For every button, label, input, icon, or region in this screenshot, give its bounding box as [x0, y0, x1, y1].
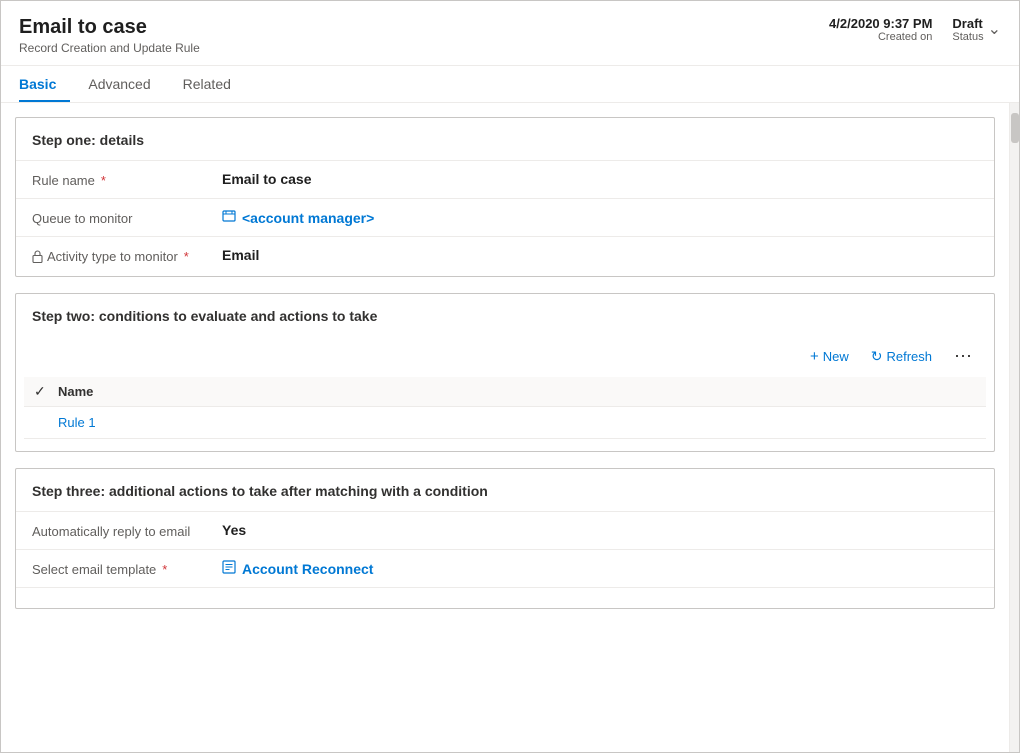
activity-type-row: Activity type to monitor * Email — [16, 236, 994, 276]
email-template-row: Select email template * Accoun — [16, 549, 994, 587]
new-button-label: New — [823, 349, 849, 364]
rule-table-header: ✓ Name — [24, 377, 986, 407]
header-right: 4/2/2020 9:37 PM Created on Draft Status… — [829, 15, 1001, 43]
table-row: Rule 1 — [24, 407, 986, 439]
page-subtitle: Record Creation and Update Rule — [19, 41, 200, 55]
queue-monitor-value[interactable]: <account manager> — [222, 209, 978, 226]
more-options-icon[interactable]: ⋯ — [948, 344, 978, 369]
page-title: Email to case — [19, 15, 200, 39]
step-three-card: Step three: additional actions to take a… — [15, 468, 995, 609]
template-icon — [222, 560, 236, 577]
new-button[interactable]: + New — [804, 344, 855, 369]
date-label: Created on — [829, 31, 932, 43]
rule-name-label: Rule name * — [32, 171, 222, 188]
step-two-card: Step two: conditions to evaluate and act… — [15, 293, 995, 452]
queue-monitor-row: Queue to monitor <account manager> — [16, 198, 994, 236]
name-col-header: Name — [58, 384, 976, 399]
header-status: Draft Status ⌄ — [952, 15, 1001, 43]
scroll-thumb[interactable] — [1011, 113, 1019, 143]
refresh-button[interactable]: ↻ Refresh — [865, 344, 938, 369]
header: Email to case Record Creation and Update… — [1, 1, 1019, 66]
email-template-label: Select email template * — [32, 560, 222, 577]
tab-related[interactable]: Related — [183, 66, 245, 102]
step-two-title: Step two: conditions to evaluate and act… — [16, 294, 994, 336]
scrollbar[interactable] — [1009, 103, 1019, 752]
status-value: Draft — [952, 16, 982, 31]
status-chevron-icon[interactable]: ⌄ — [988, 19, 1001, 39]
tab-advanced[interactable]: Advanced — [88, 66, 164, 102]
status-label: Status — [952, 31, 983, 43]
email-template-text: Account Reconnect — [242, 561, 373, 577]
tabs-nav: Basic Advanced Related — [1, 66, 1019, 103]
rule-name-value: Email to case — [222, 171, 978, 187]
auto-reply-value: Yes — [222, 522, 978, 538]
required-star-3: * — [162, 562, 167, 577]
required-star: * — [101, 173, 106, 188]
step-two-toolbar: + New ↻ Refresh ⋯ — [16, 336, 994, 377]
tab-basic[interactable]: Basic — [19, 66, 70, 102]
main-content: Step one: details Rule name * Email to c… — [1, 103, 1009, 752]
date-value: 4/2/2020 9:37 PM — [829, 16, 932, 31]
activity-type-label: Activity type to monitor * — [32, 247, 222, 266]
auto-reply-row: Automatically reply to email Yes — [16, 511, 994, 549]
plus-icon: + — [810, 348, 819, 365]
auto-reply-label: Automatically reply to email — [32, 522, 222, 539]
activity-type-value: Email — [222, 247, 978, 263]
queue-icon — [222, 209, 236, 226]
refresh-button-label: Refresh — [886, 349, 932, 364]
lock-icon — [32, 250, 43, 266]
queue-monitor-label: Queue to monitor — [32, 209, 222, 226]
header-left: Email to case Record Creation and Update… — [19, 15, 200, 55]
rule-table: ✓ Name Rule 1 — [24, 377, 986, 439]
required-star-2: * — [184, 249, 189, 264]
header-date: 4/2/2020 9:37 PM Created on — [829, 16, 932, 43]
step-one-title: Step one: details — [16, 118, 994, 160]
queue-monitor-text: <account manager> — [242, 210, 374, 226]
rule-name-row: Rule name * Email to case — [16, 160, 994, 198]
step-three-title: Step three: additional actions to take a… — [16, 469, 994, 511]
step-one-card: Step one: details Rule name * Email to c… — [15, 117, 995, 277]
check-col: ✓ — [34, 383, 58, 400]
rule-name-link[interactable]: Rule 1 — [58, 415, 976, 430]
refresh-icon: ↻ — [871, 348, 883, 365]
email-template-value[interactable]: Account Reconnect — [222, 560, 978, 577]
